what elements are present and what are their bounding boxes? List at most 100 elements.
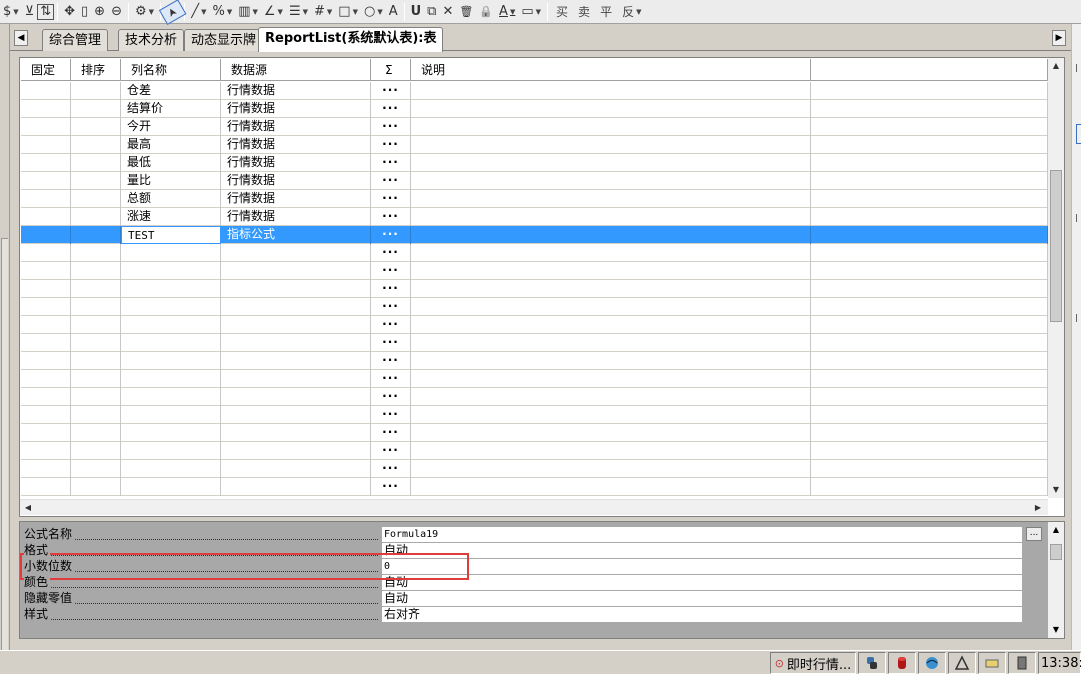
cell-description[interactable] bbox=[411, 262, 811, 280]
angle-icon[interactable]: ∠ ▼ bbox=[261, 1, 286, 23]
table-row[interactable]: ··· bbox=[21, 478, 1048, 496]
globe-icon[interactable] bbox=[918, 652, 946, 674]
percent-icon[interactable]: % ▼ bbox=[209, 1, 235, 23]
cell-fixed[interactable] bbox=[21, 424, 71, 442]
cell-source[interactable] bbox=[221, 316, 371, 334]
cell-description[interactable] bbox=[411, 406, 811, 424]
table-row[interactable]: ··· bbox=[21, 460, 1048, 478]
cell-source[interactable] bbox=[221, 262, 371, 280]
tab-scroll-right-button[interactable]: ▶ bbox=[1052, 30, 1066, 46]
grid-vertical-scrollbar[interactable]: ▲ ▼ bbox=[1048, 58, 1064, 498]
cell-description[interactable] bbox=[411, 190, 811, 208]
buy-button[interactable]: 买 bbox=[551, 1, 573, 23]
cell-description[interactable] bbox=[411, 208, 811, 226]
cell-fixed[interactable] bbox=[21, 154, 71, 172]
line-icon[interactable]: ╱ ▼ bbox=[188, 1, 209, 23]
table-row[interactable]: ··· bbox=[21, 370, 1048, 388]
cell-source[interactable] bbox=[221, 280, 371, 298]
cell-name[interactable]: 涨速 bbox=[121, 208, 221, 226]
cell-sum[interactable]: ··· bbox=[371, 442, 411, 460]
property-row[interactable]: 颜色 自动 bbox=[20, 575, 1023, 591]
cell-sum[interactable]: ··· bbox=[371, 82, 411, 100]
tab-scroll-left-button[interactable]: ◀ bbox=[14, 30, 28, 46]
property-row[interactable]: 隐藏零值 自动 bbox=[20, 591, 1023, 607]
tab-technical-analysis[interactable]: 技术分析 bbox=[118, 29, 185, 51]
table-row[interactable]: 总额 行情数据 ··· bbox=[21, 190, 1048, 208]
cell-sum[interactable]: ··· bbox=[371, 478, 411, 496]
pointer-icon[interactable]: ➤ bbox=[158, 0, 187, 25]
cell-sort[interactable] bbox=[71, 136, 121, 154]
scroll-thumb[interactable] bbox=[1050, 544, 1062, 560]
left-dock-handle[interactable] bbox=[1, 238, 8, 658]
cell-sort[interactable] bbox=[71, 190, 121, 208]
property-row[interactable]: 格式 自动 bbox=[20, 543, 1023, 559]
cell-source[interactable] bbox=[221, 370, 371, 388]
scroll-up-arrow-icon[interactable]: ▲ bbox=[1048, 522, 1064, 538]
cell-description[interactable] bbox=[411, 118, 811, 136]
cell-name[interactable]: 量比 bbox=[121, 172, 221, 190]
cell-name[interactable] bbox=[121, 388, 221, 406]
table-row[interactable]: 最高 行情数据 ··· bbox=[21, 136, 1048, 154]
zoom-in-icon[interactable]: ⊕ bbox=[91, 1, 108, 23]
text-icon[interactable]: A bbox=[386, 1, 401, 23]
cell-name[interactable] bbox=[121, 298, 221, 316]
cell-name[interactable] bbox=[121, 262, 221, 280]
property-value[interactable]: 自动 bbox=[382, 591, 1022, 607]
cell-description[interactable] bbox=[411, 244, 811, 262]
cell-source[interactable] bbox=[221, 406, 371, 424]
cell-source[interactable]: 行情数据 bbox=[221, 208, 371, 226]
ruler-icon[interactable]: ▯ bbox=[78, 1, 91, 23]
property-value[interactable]: Formula19 bbox=[382, 527, 1022, 543]
notebook-icon[interactable] bbox=[1008, 652, 1036, 674]
cell-description[interactable] bbox=[411, 298, 811, 316]
filter-icon[interactable]: ⊻ bbox=[22, 1, 38, 23]
property-row[interactable]: 公式名称 Formula19 bbox=[20, 527, 1023, 543]
copy-icon[interactable]: ⧉ bbox=[424, 1, 439, 23]
cell-sum[interactable]: ··· bbox=[371, 226, 411, 244]
cell-sort[interactable] bbox=[71, 388, 121, 406]
cell-name[interactable] bbox=[121, 370, 221, 388]
cell-fixed[interactable] bbox=[21, 388, 71, 406]
cell-fixed[interactable] bbox=[21, 118, 71, 136]
cell-fixed[interactable] bbox=[21, 208, 71, 226]
table-row[interactable]: ··· bbox=[21, 352, 1048, 370]
cell-description[interactable] bbox=[411, 460, 811, 478]
cell-fixed[interactable] bbox=[21, 226, 71, 244]
cell-sort[interactable] bbox=[71, 352, 121, 370]
table-row[interactable]: ··· bbox=[21, 424, 1048, 442]
scroll-right-arrow-icon[interactable]: ▶ bbox=[1030, 500, 1046, 516]
cell-source[interactable] bbox=[221, 352, 371, 370]
cell-source[interactable]: 行情数据 bbox=[221, 100, 371, 118]
cell-description[interactable] bbox=[411, 316, 811, 334]
cell-fixed[interactable] bbox=[21, 100, 71, 118]
lock-icon[interactable]: 🔒 bbox=[476, 1, 496, 23]
cell-sort[interactable] bbox=[71, 334, 121, 352]
save-icon[interactable]: ▭ ▼ bbox=[518, 1, 544, 23]
magnet-icon[interactable]: U bbox=[408, 1, 425, 23]
cell-sort[interactable] bbox=[71, 208, 121, 226]
cell-source[interactable]: 行情数据 bbox=[221, 82, 371, 100]
cell-name[interactable] bbox=[121, 334, 221, 352]
cell-source[interactable]: 指标公式 bbox=[221, 226, 371, 244]
cell-sum[interactable]: ··· bbox=[371, 424, 411, 442]
cell-sort[interactable] bbox=[71, 370, 121, 388]
grid-horizontal-scrollbar[interactable]: ◀ ▶ bbox=[20, 499, 1048, 515]
cell-fixed[interactable] bbox=[21, 460, 71, 478]
cell-fixed[interactable] bbox=[21, 244, 71, 262]
cell-sum[interactable]: ··· bbox=[371, 118, 411, 136]
cell-description[interactable] bbox=[411, 226, 811, 244]
cell-sort[interactable] bbox=[71, 316, 121, 334]
table-row[interactable]: ··· bbox=[21, 316, 1048, 334]
cell-sort[interactable] bbox=[71, 442, 121, 460]
gear-icon[interactable]: ⚙ ▼ bbox=[132, 1, 157, 23]
cell-sort[interactable] bbox=[71, 298, 121, 316]
cell-name[interactable]: TEST bbox=[121, 226, 221, 244]
cell-sort[interactable] bbox=[71, 226, 121, 244]
cell-description[interactable] bbox=[411, 280, 811, 298]
cell-sum[interactable]: ··· bbox=[371, 280, 411, 298]
cell-fixed[interactable] bbox=[21, 280, 71, 298]
cell-source[interactable]: 行情数据 bbox=[221, 118, 371, 136]
scroll-down-arrow-icon[interactable]: ▼ bbox=[1048, 482, 1064, 498]
reverse-button[interactable]: 反 ▼ bbox=[617, 1, 646, 23]
cell-fixed[interactable] bbox=[21, 262, 71, 280]
